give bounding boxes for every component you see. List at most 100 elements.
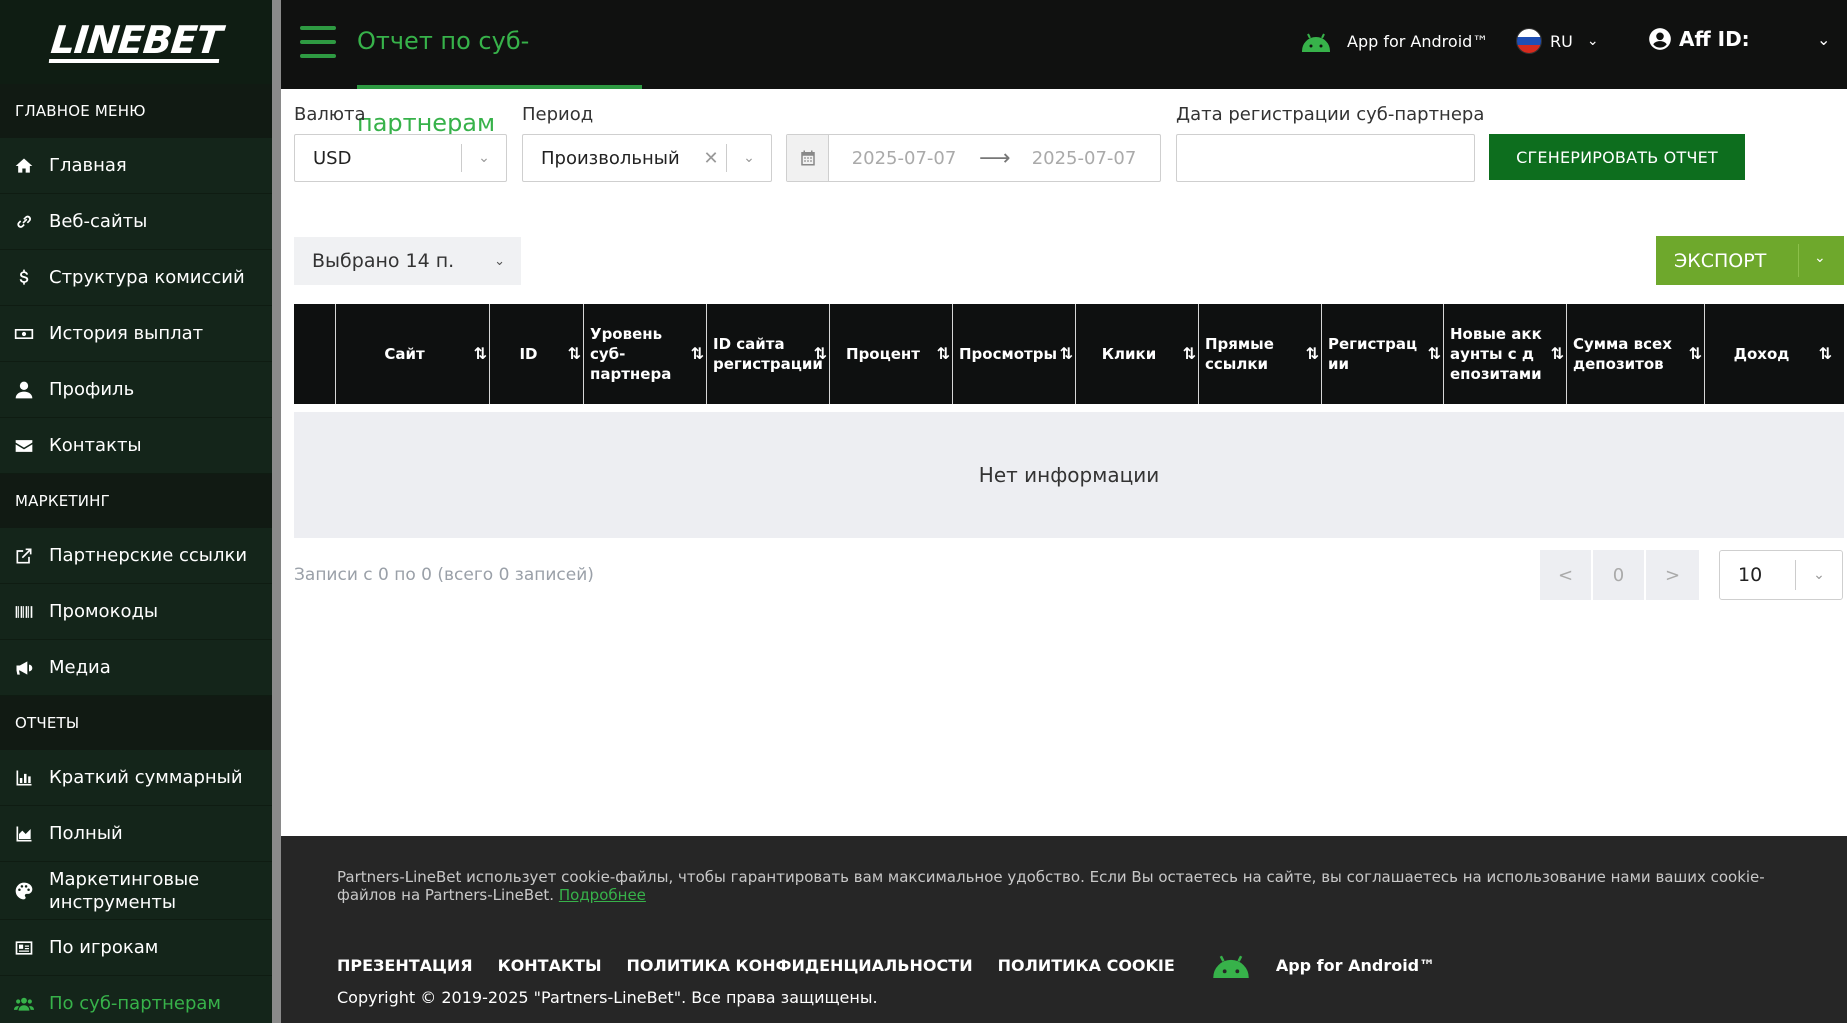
reg-date-input[interactable] (1176, 134, 1475, 182)
column-header-percent[interactable]: Процент ⇅ (830, 304, 953, 404)
cookie-more-link[interactable]: Подробнее (559, 886, 646, 904)
column-header-deposit-sum[interactable]: Сумма всех депозитов ⇅ (1567, 304, 1705, 404)
sidebar-item-label: История выплат (49, 323, 204, 344)
period-label: Период (522, 104, 594, 125)
sort-icon: ⇅ (1550, 344, 1565, 363)
period-select[interactable]: Произвольный ✕ ⌄ (522, 134, 772, 182)
footer-link-cookie-policy[interactable]: ПОЛИТИКА COOKIE (998, 956, 1175, 975)
barcode-icon (13, 601, 35, 623)
footer-link-contacts[interactable]: КОНТАКТЫ (498, 956, 602, 975)
account-menu[interactable]: Aff ID: (1647, 26, 1750, 52)
sidebar-item-media[interactable]: Медиа (0, 640, 272, 696)
footer-link-privacy[interactable]: ПОЛИТИКА КОНФИДЕНЦИАЛЬНОСТИ (627, 956, 973, 975)
sidebar-item-label: Главная (49, 155, 127, 176)
column-header-subpartner-level[interactable]: Уровень суб-партнера ⇅ (584, 304, 707, 404)
sort-icon: ⇅ (813, 344, 828, 363)
reg-date-label: Дата регистрации суб-партнера (1176, 104, 1485, 125)
chevron-down-icon: ⌄ (1813, 567, 1825, 583)
chevron-down-icon: ⌄ (494, 253, 505, 269)
footer-links: ПРЕЗЕНТАЦИЯ КОНТАКТЫ ПОЛИТИКА КОНФИДЕНЦИ… (337, 952, 1435, 978)
sidebar-scrollbar[interactable] (272, 0, 281, 1023)
chevron-down-icon[interactable]: ⌄ (1814, 250, 1826, 266)
page-size-select[interactable]: 10 ⌄ (1719, 550, 1843, 600)
chevron-down-icon: ⌄ (1586, 33, 1599, 49)
sidebar-item-full-report[interactable]: Полный (0, 806, 272, 862)
sort-icon: ⇅ (690, 344, 705, 363)
app-root: LINEBET ГЛАВНОЕ МЕНЮ Главная Веб-сайты С… (0, 0, 1847, 1023)
calendar-icon (787, 135, 829, 181)
external-link-icon (13, 545, 35, 567)
sidebar-section-main: ГЛАВНОЕ МЕНЮ (0, 84, 272, 138)
sort-icon: ⇅ (1688, 344, 1703, 363)
copyright: Copyright © 2019-2025 "Partners-LineBet"… (337, 988, 878, 1007)
bar-chart-icon (13, 767, 35, 789)
pagination-prev-button[interactable]: < (1540, 550, 1591, 600)
pagination-current-page[interactable]: 0 (1593, 550, 1644, 600)
sort-icon: ⇅ (1818, 344, 1833, 363)
russia-flag-icon (1516, 28, 1542, 54)
column-header-id[interactable]: ID ⇅ (490, 304, 584, 404)
column-header-income[interactable]: Доход ⇅ (1705, 304, 1834, 404)
footer-android-link[interactable]: App for Android™ (1212, 952, 1435, 978)
sidebar-item-payouts[interactable]: История выплат (0, 306, 272, 362)
currency-select[interactable]: USD ⌄ (294, 134, 507, 182)
language-label: RU (1550, 31, 1573, 51)
export-button[interactable]: ЭКСПОРТ ⌄ (1656, 236, 1844, 285)
footer-link-presentation[interactable]: ПРЕЗЕНТАЦИЯ (337, 956, 473, 975)
sidebar-item-websites[interactable]: Веб-сайты (0, 194, 272, 250)
date-to-input[interactable]: 2025-07-07 (1009, 148, 1159, 169)
sidebar-item-label: Медиа (49, 657, 111, 678)
android-app-label: App for Android™ (1347, 31, 1489, 51)
column-header-reg-site-id[interactable]: ID сайта регистрации ⇅ (707, 304, 830, 404)
sidebar-item-partner-links[interactable]: Партнерские ссылки (0, 528, 272, 584)
clear-icon[interactable]: ✕ (696, 148, 726, 169)
money-icon (13, 323, 35, 345)
column-selector-label: Выбрано 14 п. (312, 250, 455, 272)
sort-icon: ⇅ (567, 344, 582, 363)
home-icon (13, 155, 35, 177)
column-header-empty (294, 304, 336, 404)
sidebar-item-by-subpartners[interactable]: По суб-партнерам (0, 976, 272, 1023)
currency-value: USD (313, 147, 352, 169)
sidebar-item-label: По игрокам (49, 937, 159, 958)
divider (1798, 244, 1799, 277)
sort-icon: ⇅ (1427, 344, 1442, 363)
cookie-text: Partners-LineBet использует cookie-файлы… (337, 868, 1765, 904)
hamburger-menu-icon[interactable] (300, 26, 336, 58)
footer-android-label: App for Android™ (1275, 955, 1436, 975)
column-header-new-deposit-accounts[interactable]: Новые аккаунты с депозитами ⇅ (1444, 304, 1567, 404)
sidebar-item-home[interactable]: Главная (0, 138, 272, 194)
android-icon (1301, 33, 1331, 52)
android-app-link[interactable]: App for Android™ (1301, 30, 1488, 52)
logo[interactable]: LINEBET (0, 0, 272, 84)
column-header-clicks[interactable]: Клики ⇅ (1076, 304, 1199, 404)
sidebar-item-profile[interactable]: Профиль (0, 362, 272, 418)
sort-icon: ⇅ (1059, 344, 1074, 363)
column-header-registrations[interactable]: Регистрации ⇅ (1322, 304, 1444, 404)
generate-report-button[interactable]: СГЕНЕРИРОВАТЬ ОТЧЕТ (1489, 134, 1745, 180)
sidebar-item-by-players[interactable]: По игрокам (0, 920, 272, 976)
pagination-next-button[interactable]: > (1646, 550, 1699, 600)
page-title: Отчет по суб-партнерам (357, 0, 642, 137)
column-header-direct-links[interactable]: Прямые ссылки ⇅ (1199, 304, 1322, 404)
id-card-icon (13, 937, 35, 959)
sidebar-item-contacts[interactable]: Контакты (0, 418, 272, 474)
column-header-views[interactable]: Просмотры ⇅ (953, 304, 1076, 404)
date-range-picker[interactable]: 2025-07-07 ⟶ 2025-07-07 (786, 134, 1161, 182)
user-icon (13, 379, 35, 401)
arrow-right-icon: ⟶ (979, 145, 1011, 171)
sidebar-item-commission[interactable]: Структура комиссий (0, 250, 272, 306)
sidebar-item-marketing-tools[interactable]: Маркетинговые инструменты (0, 862, 272, 920)
table-header: Сайт ⇅ ID ⇅ Уровень суб-партнера ⇅ ID сайта… (294, 304, 1844, 404)
language-selector[interactable]: RU ⌄ (1516, 28, 1599, 54)
date-from-input[interactable]: 2025-07-07 (829, 148, 979, 169)
chevron-down-icon[interactable]: ⌄ (1817, 30, 1830, 49)
column-header-site[interactable]: Сайт ⇅ (336, 304, 490, 404)
sidebar-item-promocodes[interactable]: Промокоды (0, 584, 272, 640)
records-info: Записи с 0 по 0 (всего 0 записей) (294, 565, 594, 585)
sidebar-item-short-report[interactable]: Краткий суммарный (0, 750, 272, 806)
period-value: Произвольный (541, 147, 680, 169)
megaphone-icon (13, 657, 35, 679)
column-selector[interactable]: Выбрано 14 п. ⌄ (294, 237, 521, 285)
sidebar-item-label: Профиль (49, 379, 135, 400)
